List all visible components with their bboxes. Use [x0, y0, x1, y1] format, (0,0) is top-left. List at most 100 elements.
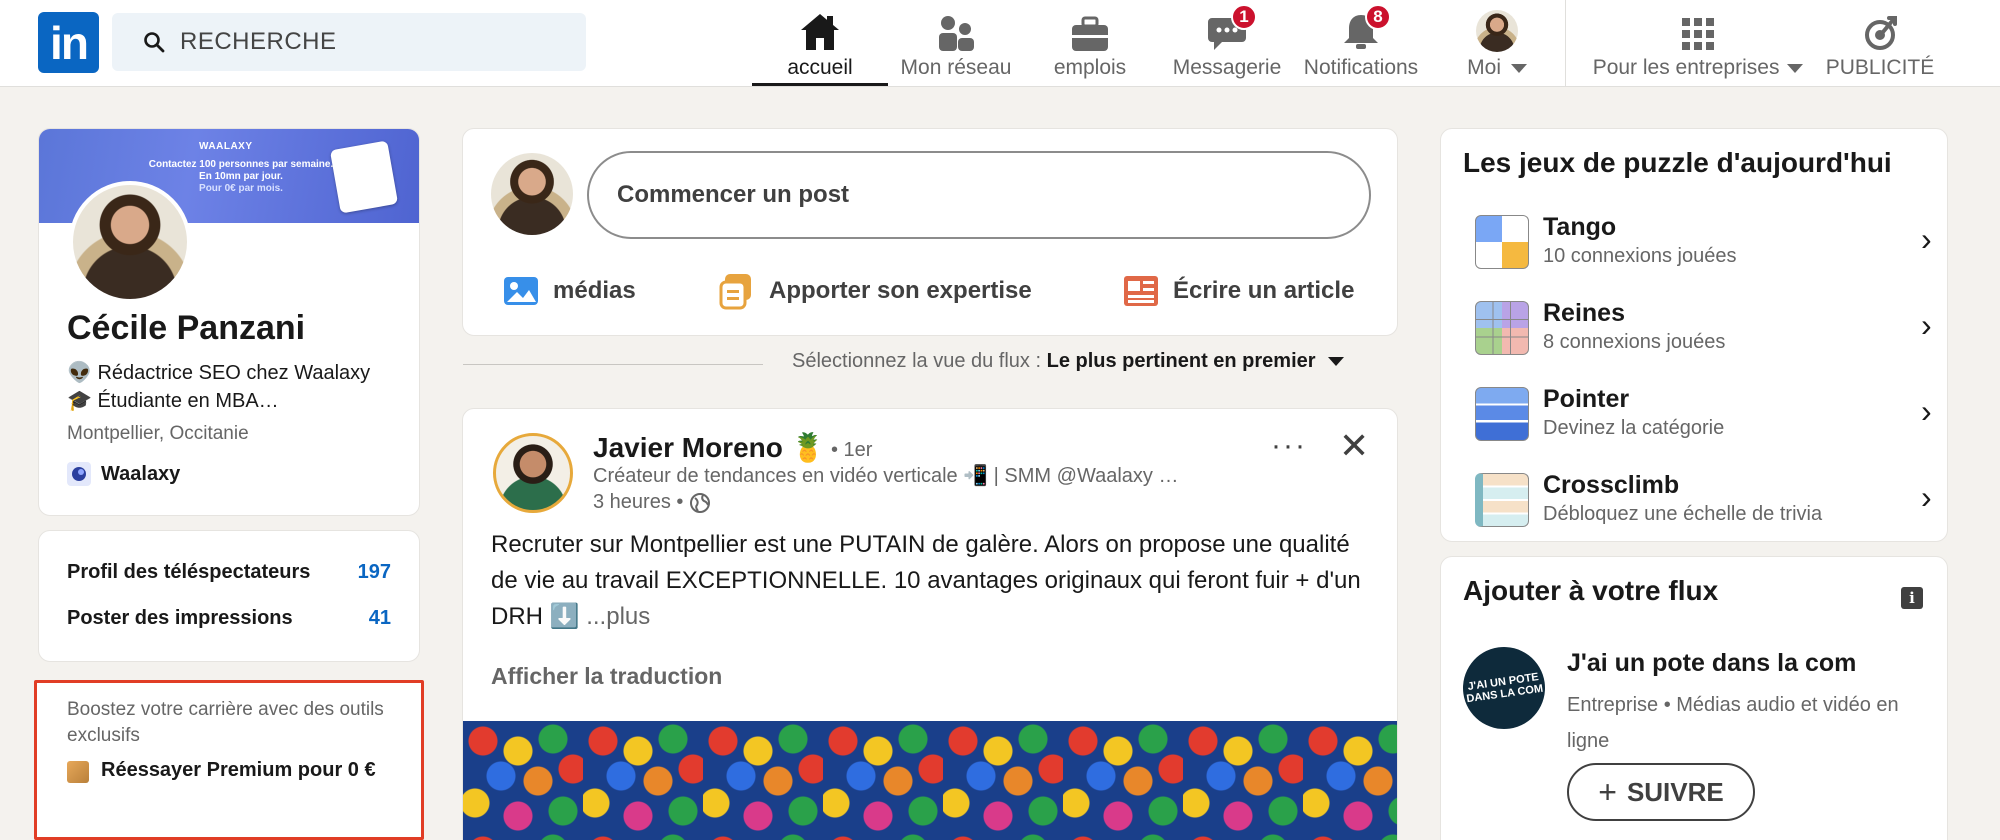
- profile-name[interactable]: Cécile Panzani: [67, 309, 305, 348]
- show-translation-button[interactable]: Afficher la traduction: [491, 663, 722, 690]
- game-queens-sub: 8 connexions jouées: [1543, 331, 1726, 353]
- advertise-icon: [1865, 16, 1897, 50]
- queens-icon: [1475, 301, 1529, 355]
- nav-for-business[interactable]: Pour les entreprises: [1584, 0, 1812, 86]
- share-box: Commencer un post médias Apporter son ex…: [462, 128, 1398, 336]
- premium-cta[interactable]: Réessayer Premium pour 0 €: [67, 757, 376, 783]
- chevron-down-icon: [1327, 357, 1344, 367]
- feed-sort-value: Le plus pertinent en premier: [1046, 350, 1316, 372]
- plus-icon: +: [1598, 773, 1617, 810]
- suggested-page-name[interactable]: J'ai un pote dans la com: [1567, 649, 1856, 678]
- nav-messaging-label: Messagerie: [1172, 56, 1282, 79]
- search-icon: [144, 32, 165, 53]
- chevron-down-icon: [1510, 63, 1527, 73]
- premium-icon: [67, 761, 89, 783]
- messaging-badge: 1: [1231, 4, 1257, 30]
- profile-headline: 👽 Rédactrice SEO chez Waalaxy 🎓 Étudiant…: [67, 362, 371, 412]
- page-logo-text: J'AI UN POTE DANS LA COM: [1465, 671, 1544, 706]
- profile-card[interactable]: WAALAXY Contactez 100 personnes par sema…: [38, 128, 420, 516]
- game-tango-name: Tango: [1543, 213, 1617, 241]
- global-nav: in accueil Mon réseau emplois 1 Messager…: [0, 0, 2000, 87]
- company-logo-icon: [67, 462, 91, 486]
- start-post-button[interactable]: Commencer un post: [587, 151, 1371, 239]
- game-pinpoint[interactable]: Pointer Devinez la catégorie ›: [1475, 381, 1932, 447]
- grid-icon: [1682, 18, 1714, 50]
- home-icon: [801, 14, 839, 50]
- add-to-feed-card: Ajouter à votre flux i J'AI UN POTE DANS…: [1440, 556, 1948, 840]
- post-author-name[interactable]: Javier Moreno 🍍: [593, 431, 826, 464]
- games-title: Les jeux de puzzle d'aujourd'hui: [1463, 147, 1892, 178]
- game-queens[interactable]: Reines 8 connexions jouées ›: [1475, 295, 1932, 361]
- banner-brand: WAALAXY: [199, 141, 253, 152]
- globe-icon: [690, 492, 711, 513]
- nav-network[interactable]: Mon réseau: [894, 0, 1018, 86]
- game-tango-sub: 10 connexions jouées: [1543, 245, 1737, 267]
- me-avatar: [1476, 10, 1518, 52]
- post-body: Recruter sur Montpellier est une PUTAIN …: [491, 527, 1371, 635]
- expertise-icon: [719, 274, 751, 310]
- game-crossclimb[interactable]: Crossclimb Débloquez une échelle de triv…: [1475, 467, 1932, 533]
- sort-divider: [463, 364, 763, 365]
- nav-jobs[interactable]: emplois: [1040, 0, 1140, 86]
- puzzle-games-card: Les jeux de puzzle d'aujourd'hui Tango 1…: [1440, 128, 1948, 542]
- banner-text: Contactez 100 personnes par semaine. En …: [148, 159, 334, 194]
- nav-divider: [1565, 0, 1566, 87]
- nav-home-label: accueil: [787, 56, 853, 79]
- suggested-page-sub: Entreprise • Médias audio et vidéo en li…: [1567, 694, 1899, 752]
- post-connection-degree: • 1er: [831, 439, 873, 461]
- post-timestamp: 3 heures •: [593, 491, 711, 514]
- chevron-down-icon: [1787, 63, 1804, 73]
- composer-avatar[interactable]: [491, 153, 573, 235]
- search-bar[interactable]: [112, 13, 586, 71]
- game-crossclimb-name: Crossclimb: [1543, 471, 1680, 499]
- nav-network-label: Mon réseau: [900, 56, 1012, 79]
- banner-mini-card: [329, 140, 399, 214]
- media-button[interactable]: médias: [503, 269, 636, 313]
- info-icon[interactable]: i: [1901, 587, 1923, 609]
- game-queens-name: Reines: [1543, 299, 1625, 327]
- crossclimb-icon: [1475, 473, 1529, 527]
- premium-text: Boostez votre carrière avec des outils e…: [67, 699, 384, 746]
- stat-post-impressions[interactable]: Poster des impressions 41: [67, 607, 391, 630]
- pinpoint-icon: [1475, 387, 1529, 441]
- chevron-right-icon: ›: [1921, 221, 1932, 257]
- post-image[interactable]: [463, 721, 1397, 840]
- chevron-right-icon: ›: [1921, 307, 1932, 343]
- game-tango[interactable]: Tango 10 connexions jouées ›: [1475, 209, 1932, 275]
- nav-advertise-label: PUBLICITÉ: [1825, 56, 1935, 79]
- nav-jobs-label: emplois: [1053, 56, 1127, 79]
- write-article-button[interactable]: Écrire un article: [1123, 269, 1354, 313]
- expertise-button[interactable]: Apporter son expertise: [719, 269, 1032, 313]
- suggested-page-logo[interactable]: J'AI UN POTE DANS LA COM: [1457, 641, 1551, 735]
- chevron-right-icon: ›: [1921, 393, 1932, 429]
- post-author-avatar[interactable]: [493, 433, 573, 513]
- feed-sort-prefix: Sélectionnez la vue du flux :: [792, 350, 1047, 372]
- search-input[interactable]: [180, 13, 570, 71]
- profile-avatar[interactable]: [69, 181, 191, 303]
- nav-home[interactable]: accueil: [752, 0, 888, 86]
- article-icon: [1124, 276, 1158, 306]
- feed-sort-dropdown[interactable]: Sélectionnez la vue du flux : Le plus pe…: [792, 350, 1344, 373]
- nav-for-business-label: Pour les entreprises: [1593, 56, 1804, 80]
- image-icon: [504, 277, 538, 305]
- nav-messaging[interactable]: 1 Messagerie: [1166, 0, 1288, 86]
- profile-location: Montpellier, Occitanie: [67, 423, 249, 444]
- nav-notifications[interactable]: 8 Notifications: [1298, 0, 1424, 86]
- game-pinpoint-name: Pointer: [1543, 385, 1630, 413]
- post-see-more[interactable]: ...plus: [586, 603, 650, 630]
- profile-stats-card: Profil des téléspectateurs 197 Poster des…: [38, 530, 420, 662]
- post-dismiss-button[interactable]: ✕: [1339, 425, 1369, 467]
- stat-profile-viewers[interactable]: Profil des téléspectateurs 197: [67, 561, 391, 584]
- game-crossclimb-sub: Débloquez une échelle de trivia: [1543, 503, 1823, 525]
- premium-upsell-card[interactable]: Boostez votre carrière avec des outils e…: [34, 680, 424, 840]
- linkedin-logo[interactable]: in: [38, 12, 99, 73]
- nav-me-label: Moi: [1467, 56, 1527, 80]
- post-author-subtitle: Créateur de tendances en vidéo verticale…: [593, 465, 1179, 487]
- nav-me[interactable]: Moi: [1456, 0, 1538, 86]
- post-menu-button[interactable]: ···: [1271, 429, 1307, 463]
- nav-advertise[interactable]: PUBLICITÉ: [1822, 0, 1938, 86]
- profile-company[interactable]: Waalaxy: [67, 462, 180, 486]
- feed-post: Javier Moreno 🍍 • 1er Créateur de tendan…: [462, 408, 1398, 840]
- chevron-right-icon: ›: [1921, 479, 1932, 515]
- follow-button[interactable]: + SUIVRE: [1567, 763, 1755, 821]
